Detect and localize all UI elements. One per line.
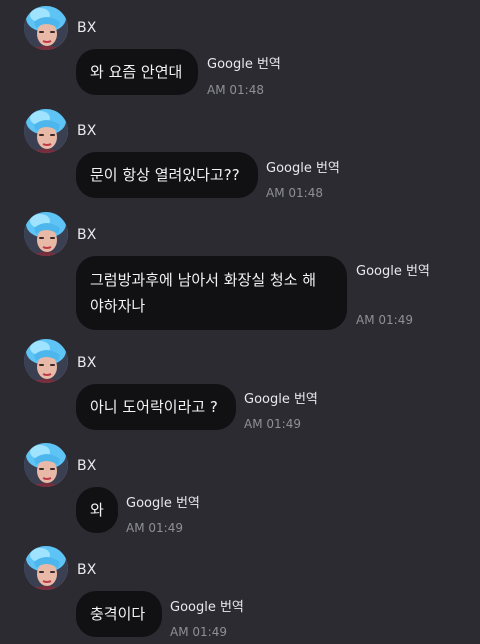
message-bubble[interactable]: 충격이다: [76, 591, 162, 637]
avatar-image: [24, 443, 68, 487]
avatar[interactable]: [24, 212, 68, 256]
message-timestamp: AM 01:48: [266, 186, 323, 200]
sender-name: BX: [77, 227, 97, 243]
chat-thread: BX 와 요즘 안연대 Google 번역 AM 01:48 BX 문이 항상 …: [0, 0, 480, 644]
message-bubble[interactable]: 와 요즘 안연대: [76, 49, 198, 95]
avatar[interactable]: [24, 339, 68, 383]
avatar-image: [24, 109, 68, 153]
message-timestamp: AM 01:49: [170, 625, 227, 639]
message-timestamp: AM 01:48: [207, 83, 264, 97]
avatar-image: [24, 339, 68, 383]
avatar[interactable]: [24, 109, 68, 153]
avatar[interactable]: [24, 443, 68, 487]
message-timestamp: AM 01:49: [126, 521, 183, 535]
google-translate-link[interactable]: Google 번역: [266, 157, 340, 176]
message-bubble[interactable]: 아니 도어락이라고 ?: [76, 384, 236, 430]
message-bubble[interactable]: 문이 항상 열려있다고??: [76, 152, 258, 198]
avatar[interactable]: [24, 546, 68, 590]
message-bubble[interactable]: 그럼방과후에 남아서 화장실 청소 해 야하자나: [76, 256, 347, 330]
google-translate-link[interactable]: Google 번역: [244, 388, 318, 407]
avatar[interactable]: [24, 6, 68, 50]
avatar-image: [24, 212, 68, 256]
sender-name: BX: [77, 123, 97, 139]
sender-name: BX: [77, 355, 97, 371]
google-translate-link[interactable]: Google 번역: [356, 260, 430, 279]
avatar-image: [24, 546, 68, 590]
message-timestamp: AM 01:49: [244, 417, 301, 431]
message-bubble[interactable]: 와: [76, 487, 118, 533]
sender-name: BX: [77, 562, 97, 578]
message-timestamp: AM 01:49: [356, 313, 413, 327]
avatar-image: [24, 6, 68, 50]
google-translate-link[interactable]: Google 번역: [207, 53, 281, 72]
sender-name: BX: [77, 20, 97, 36]
google-translate-link[interactable]: Google 번역: [170, 596, 244, 615]
google-translate-link[interactable]: Google 번역: [126, 492, 200, 511]
sender-name: BX: [77, 458, 97, 474]
